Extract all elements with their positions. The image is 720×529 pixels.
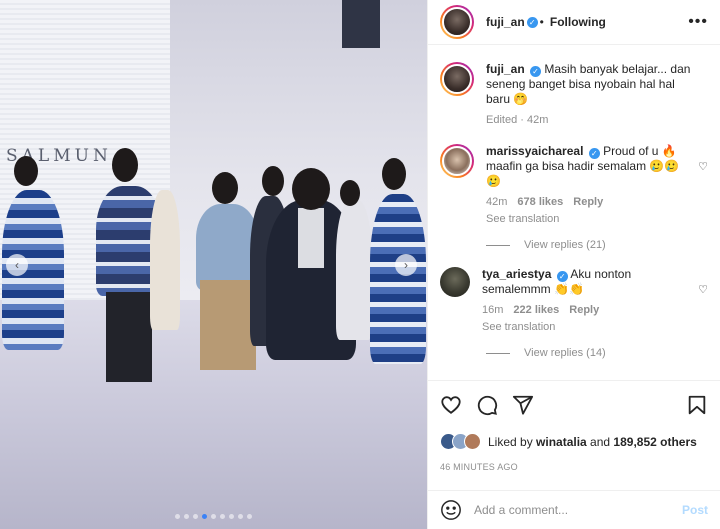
- verified-badge-icon: ✓: [556, 271, 568, 282]
- view-replies-label: View replies (14): [524, 347, 606, 359]
- post-actions: Liked by winatalia and 189,852 others 46…: [428, 380, 720, 472]
- comment-time: 16m: [482, 304, 504, 316]
- author-avatar[interactable]: [440, 5, 474, 39]
- carousel-dot[interactable]: [175, 514, 180, 519]
- author-username[interactable]: fuji_an: [486, 15, 525, 29]
- post-panel: fuji_an ✓ • Following ••• fuji_an ✓ Masi…: [427, 0, 720, 529]
- reply-button[interactable]: Reply: [573, 195, 603, 210]
- post-header: fuji_an ✓ • Following •••: [428, 0, 720, 45]
- carousel-prev-button[interactable]: ‹: [6, 254, 28, 276]
- carousel-dot[interactable]: [220, 514, 225, 519]
- caption-avatar[interactable]: [440, 62, 474, 96]
- caption: fuji_an ✓ Masih banyak belajar... dan se…: [440, 62, 708, 128]
- post-timestamp: 46 MINUTES AGO: [440, 462, 518, 472]
- view-replies-button[interactable]: View replies (14): [486, 347, 708, 359]
- carousel-dot[interactable]: [184, 514, 189, 519]
- liker-avatars: [440, 433, 481, 450]
- liked-by-middle: and: [586, 434, 614, 449]
- reply-button[interactable]: Reply: [569, 303, 599, 318]
- likes-summary: Liked by winatalia and 189,852 others: [440, 433, 708, 450]
- carousel-dots: [0, 514, 427, 519]
- view-replies-label: View replies (21): [524, 239, 606, 251]
- see-translation-link[interactable]: See translation: [482, 320, 692, 335]
- ceiling-speaker: [342, 0, 380, 48]
- comments-list: fuji_an ✓ Masih banyak belajar... dan se…: [428, 46, 720, 380]
- liked-by-count[interactable]: 189,852 others: [613, 435, 696, 449]
- carousel-dot[interactable]: [193, 514, 198, 519]
- comment-input[interactable]: [474, 503, 670, 517]
- post-media[interactable]: SALMUN ‹ ›: [0, 0, 427, 529]
- more-horizontal-icon[interactable]: •••: [688, 13, 708, 31]
- comment-item: tya_ariestya ✓ Aku nonton semalemmm 👏👏 1…: [440, 267, 708, 335]
- view-replies-button[interactable]: View replies (21): [486, 239, 708, 251]
- bookmark-icon[interactable]: [686, 394, 708, 416]
- liked-by-prefix: Liked by: [488, 434, 537, 449]
- chevron-left-icon: ‹: [15, 258, 19, 272]
- chevron-right-icon: ›: [404, 258, 408, 272]
- replies-divider: [486, 352, 510, 354]
- commenter-username[interactable]: tya_ariestya: [482, 267, 551, 281]
- carousel-next-button[interactable]: ›: [395, 254, 417, 276]
- liked-by-user[interactable]: winatalia: [536, 435, 587, 449]
- comment-likes[interactable]: 222 likes: [513, 303, 559, 318]
- separator-dot: •: [539, 15, 544, 29]
- commenter-avatar[interactable]: [440, 267, 470, 297]
- comment-icon[interactable]: [476, 394, 498, 416]
- carousel-dot[interactable]: [211, 514, 216, 519]
- carousel-dot[interactable]: [202, 514, 207, 519]
- comment-time: 42m: [486, 196, 508, 208]
- carousel-dot[interactable]: [247, 514, 252, 519]
- comment-item: marissyaichareal ✓ Proud of u 🔥 maafin g…: [440, 144, 708, 227]
- commenter-username[interactable]: marissyaichareal: [486, 144, 583, 158]
- emoji-icon[interactable]: [440, 499, 462, 521]
- carousel-dot[interactable]: [229, 514, 234, 519]
- comment-like-heart-icon[interactable]: ♡: [698, 283, 708, 296]
- verified-badge-icon: ✓: [588, 148, 600, 159]
- verified-badge-icon: ✓: [526, 16, 538, 28]
- following-button[interactable]: Following: [550, 15, 606, 29]
- comment-likes[interactable]: 678 likes: [517, 195, 563, 210]
- liker-avatar: [464, 433, 481, 450]
- share-icon[interactable]: [512, 394, 534, 416]
- heart-icon[interactable]: [440, 394, 462, 416]
- caption-meta: Edited · 42m: [486, 114, 549, 126]
- verified-badge-icon: ✓: [530, 66, 542, 77]
- see-translation-link[interactable]: See translation: [486, 212, 692, 227]
- replies-divider: [486, 244, 510, 246]
- post-comment-button[interactable]: Post: [682, 503, 708, 517]
- carousel-dot[interactable]: [238, 514, 243, 519]
- caption-username[interactable]: fuji_an: [486, 62, 525, 76]
- add-comment-bar: Post: [428, 490, 720, 529]
- comment-like-heart-icon[interactable]: ♡: [698, 160, 708, 173]
- commenter-avatar[interactable]: [440, 144, 474, 178]
